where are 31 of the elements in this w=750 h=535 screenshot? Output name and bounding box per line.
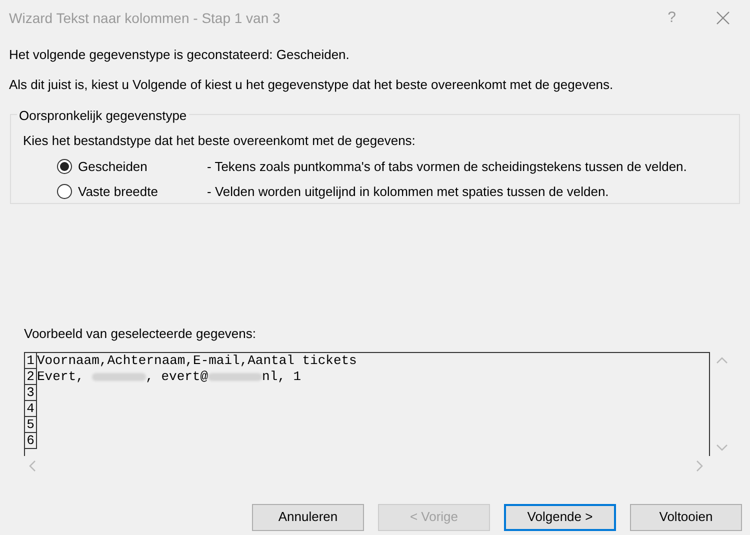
radio-option[interactable]: Gescheiden [57,156,201,176]
preview-label: Voorbeeld van geselecteerde gegevens: [24,325,258,343]
line-number: 2 [25,368,37,384]
line-number: 3 [25,384,37,400]
preview-text: , evert@ [146,368,208,384]
info-text: Als dit juist is, kiest u Volgende of kiest u het gegevenstype dat het beste overeenkomt met de gegevens. [9,76,614,94]
line-number: 6 [25,432,37,448]
dialog-button[interactable]: Voltooien [630,504,742,530]
option-description: - Tekens zoals puntkomma's of tabs vormen de scheidingstekens tussen de velden. [207,158,687,176]
redacted-block [92,372,146,380]
radio-option[interactable]: Vaste breedte [57,182,201,202]
line-number: 4 [25,400,37,416]
line-number: 5 [25,416,37,432]
scroll-right-icon[interactable] [696,460,704,472]
info-text: Het volgende gegevenstype is geconstateerd: Gescheiden. [9,46,350,64]
scroll-left-icon[interactable] [28,460,36,472]
next-button[interactable]: Volgende > [504,504,616,530]
preview-text: Voornaam,Achternaam,E-mail,Aantal tickets [37,352,357,368]
scroll-down-icon[interactable] [716,444,728,452]
radio-button[interactable] [57,158,72,174]
preview-text: Evert, [37,368,85,384]
dialog-button[interactable]: Annuleren [252,504,364,530]
scroll-up-icon[interactable] [716,356,728,364]
preview-text: nl, 1 [262,368,302,384]
line-number: 1 [25,352,37,368]
close-icon[interactable] [716,11,730,25]
radio-button[interactable] [57,184,72,200]
window-title: Wizard Tekst naar kolommen - Stap 1 van 3 [9,8,280,28]
redacted-block [208,372,262,380]
group-prompt: Kies het bestandstype dat het beste overeenkomt met de gegevens: [23,132,416,150]
option-description: - Velden worden uitgelijnd in kolommen met spaties tussen de velden. [207,183,609,201]
